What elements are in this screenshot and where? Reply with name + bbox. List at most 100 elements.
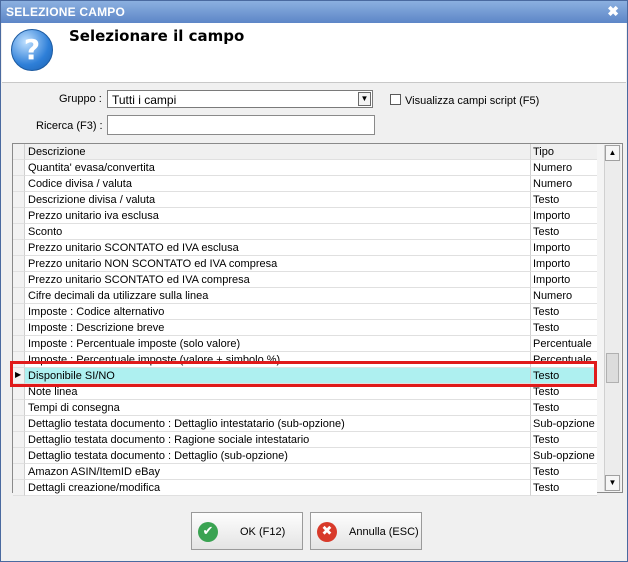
row-indicator[interactable] — [13, 352, 25, 368]
cell-descrizione[interactable]: Note linea — [25, 384, 531, 400]
cell-tipo[interactable]: Importo — [531, 208, 597, 224]
row-indicator[interactable] — [13, 240, 25, 256]
cell-tipo[interactable]: Testo — [531, 192, 597, 208]
cell-descrizione[interactable]: Codice divisa / valuta — [25, 176, 531, 192]
cell-tipo[interactable]: Numero — [531, 160, 597, 176]
row-indicator[interactable] — [13, 336, 25, 352]
table-row[interactable]: Cifre decimali da utilizzare sulla linea… — [13, 288, 597, 304]
cell-descrizione[interactable]: Imposte : Codice alternativo — [25, 304, 531, 320]
row-indicator[interactable] — [13, 272, 25, 288]
table-row[interactable]: Note linea Testo — [13, 384, 597, 400]
cell-tipo[interactable]: Importo — [531, 272, 597, 288]
cell-descrizione[interactable]: Imposte : Descrizione breve — [25, 320, 531, 336]
row-indicator[interactable] — [13, 464, 25, 480]
row-indicator[interactable] — [13, 208, 25, 224]
cell-tipo[interactable]: Testo — [531, 224, 597, 240]
gruppo-dropdown[interactable]: Tutti i campi ▼ — [107, 90, 373, 108]
cell-tipo[interactable]: Importo — [531, 240, 597, 256]
table-row[interactable]: Codice divisa / valuta Numero — [13, 176, 597, 192]
search-input[interactable] — [107, 115, 375, 135]
row-indicator[interactable] — [13, 288, 25, 304]
cell-tipo[interactable]: Numero — [531, 176, 597, 192]
cell-descrizione[interactable]: Prezzo unitario iva esclusa — [25, 208, 531, 224]
row-indicator[interactable] — [13, 432, 25, 448]
cell-descrizione[interactable]: Imposte : Percentuale imposte (valore + … — [25, 352, 531, 368]
cell-descrizione[interactable]: Prezzo unitario NON SCONTATO ed IVA comp… — [25, 256, 531, 272]
table-row[interactable]: Disponibile SI/NOTesto — [13, 368, 597, 384]
row-indicator[interactable] — [13, 160, 25, 176]
table-row[interactable]: Imposte : Percentuale imposte (solo valo… — [13, 336, 597, 352]
ok-button[interactable]: ✔ OK (F12) — [191, 512, 303, 550]
cell-tipo[interactable]: Sub-opzione — [531, 416, 597, 432]
cell-descrizione[interactable]: Imposte : Percentuale imposte (solo valo… — [25, 336, 531, 352]
row-indicator[interactable] — [13, 400, 25, 416]
row-indicator[interactable] — [13, 176, 25, 192]
cell-tipo[interactable]: Testo — [531, 320, 597, 336]
cell-tipo[interactable]: Testo — [531, 432, 597, 448]
table-row[interactable]: Dettaglio testata documento : Ragione so… — [13, 432, 597, 448]
cell-tipo[interactable]: Testo — [531, 400, 597, 416]
table-row[interactable]: Prezzo unitario SCONTATO ed IVA esclusa I… — [13, 240, 597, 256]
cell-tipo[interactable]: Testo — [531, 368, 597, 384]
cell-descrizione[interactable]: Quantita' evasa/convertita — [25, 160, 531, 176]
table-row[interactable]: Sconto Testo — [13, 224, 597, 240]
table-row[interactable]: Imposte : Codice alternativo Testo — [13, 304, 597, 320]
scroll-down-icon[interactable]: ▼ — [605, 475, 620, 491]
cell-tipo[interactable]: Numero — [531, 288, 597, 304]
cell-tipo[interactable]: Testo — [531, 384, 597, 400]
cell-tipo[interactable]: Testo — [531, 480, 597, 496]
scroll-grip[interactable] — [606, 353, 619, 383]
cell-descrizione[interactable]: Tempi di consegna — [25, 400, 531, 416]
row-indicator[interactable] — [13, 256, 25, 272]
table-row[interactable]: Prezzo unitario iva esclusa Importo — [13, 208, 597, 224]
cell-descrizione[interactable]: Dettaglio testata documento : Dettaglio … — [25, 448, 531, 464]
cell-descrizione[interactable]: Descrizione divisa / valuta — [25, 192, 531, 208]
table-row[interactable]: Prezzo unitario NON SCONTATO ed IVA comp… — [13, 256, 597, 272]
row-indicator[interactable] — [13, 416, 25, 432]
cancel-button[interactable]: ✖ Annulla (ESC) — [310, 512, 422, 550]
cell-descrizione[interactable]: Prezzo unitario SCONTATO ed IVA compresa — [25, 272, 531, 288]
row-indicator[interactable] — [13, 224, 25, 240]
cell-descrizione[interactable]: Dettagli creazione/modifica — [25, 480, 531, 496]
column-header-tipo[interactable]: Tipo — [531, 144, 597, 160]
cell-tipo[interactable]: Percentuale — [531, 336, 597, 352]
cell-tipo[interactable]: Sub-opzione — [531, 448, 597, 464]
row-indicator[interactable] — [13, 192, 25, 208]
row-selector-arrow-icon[interactable] — [13, 368, 25, 384]
vertical-scrollbar[interactable]: ▲ ▼ — [604, 145, 621, 491]
cell-tipo[interactable]: Testo — [531, 304, 597, 320]
table-row[interactable]: Dettaglio testata documento : Dettaglio … — [13, 416, 597, 432]
row-indicator[interactable] — [13, 320, 25, 336]
ricerca-label: Ricerca (F3) : — [36, 120, 103, 132]
table-row[interactable]: Prezzo unitario SCONTATO ed IVA compresa… — [13, 272, 597, 288]
cell-descrizione[interactable]: Cifre decimali da utilizzare sulla linea — [25, 288, 531, 304]
row-indicator[interactable] — [13, 480, 25, 496]
table-header: Descrizione Tipo — [13, 144, 597, 160]
scroll-up-icon[interactable]: ▲ — [605, 145, 620, 161]
cell-descrizione[interactable]: Prezzo unitario SCONTATO ed IVA esclusa — [25, 240, 531, 256]
cell-tipo[interactable]: Importo — [531, 256, 597, 272]
close-icon[interactable]: ✖ — [607, 3, 619, 20]
table-row[interactable]: Imposte : Percentuale imposte (valore + … — [13, 352, 597, 368]
cell-descrizione[interactable]: Disponibile SI/NO — [25, 368, 531, 384]
table-row[interactable]: Tempi di consegna Testo — [13, 400, 597, 416]
cell-descrizione[interactable]: Dettaglio testata documento : Dettaglio … — [25, 416, 531, 432]
table-row[interactable]: Quantita' evasa/convertita Numero — [13, 160, 597, 176]
table-row[interactable]: Imposte : Descrizione breve Testo — [13, 320, 597, 336]
cancel-button-label: Annulla (ESC) — [349, 526, 419, 538]
column-header-descrizione[interactable]: Descrizione — [25, 144, 531, 160]
cell-descrizione[interactable]: Amazon ASIN/ItemID eBay — [25, 464, 531, 480]
script-checkbox[interactable] — [390, 94, 401, 105]
row-indicator[interactable] — [13, 384, 25, 400]
table-row[interactable]: Dettaglio testata documento : Dettaglio … — [13, 448, 597, 464]
row-indicator[interactable] — [13, 448, 25, 464]
table-row[interactable]: Dettagli creazione/modifica Testo — [13, 480, 597, 496]
cell-tipo[interactable]: Percentuale — [531, 352, 597, 368]
table-row[interactable]: Descrizione divisa / valuta Testo — [13, 192, 597, 208]
cell-descrizione[interactable]: Dettaglio testata documento : Ragione so… — [25, 432, 531, 448]
row-indicator[interactable] — [13, 304, 25, 320]
chevron-down-icon[interactable]: ▼ — [358, 92, 371, 106]
table-row[interactable]: Amazon ASIN/ItemID eBay Testo — [13, 464, 597, 480]
cell-descrizione[interactable]: Sconto — [25, 224, 531, 240]
cell-tipo[interactable]: Testo — [531, 464, 597, 480]
